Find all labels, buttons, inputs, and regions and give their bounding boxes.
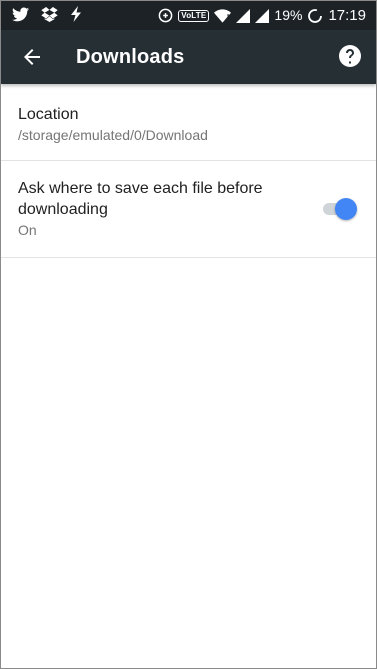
twitter-icon: [12, 6, 29, 21]
toolbar: Downloads: [1, 30, 376, 84]
battery-charging-icon: [308, 8, 323, 23]
battery-percent: 19%: [274, 7, 303, 23]
location-preference[interactable]: Location /storage/emulated/0/Download: [1, 84, 376, 161]
help-circle-icon[interactable]: [338, 44, 362, 68]
system-status: VoLTE 19% 17:19: [153, 1, 366, 30]
notification-icons: [12, 6, 94, 22]
location-path: /storage/emulated/0/Download: [18, 127, 208, 143]
clock: 17:19: [328, 7, 366, 24]
flash-icon: [71, 6, 81, 22]
status-bar: VoLTE 19% 17:19: [1, 1, 376, 30]
wifi-icon: [214, 8, 232, 23]
volte-badge: VoLTE: [178, 9, 210, 22]
arrow-left-icon[interactable]: [20, 45, 44, 69]
toggle-thumb: [335, 198, 357, 220]
location-title: Location: [18, 106, 79, 123]
page-title: Downloads: [76, 46, 185, 68]
data-saver-icon: [158, 8, 173, 23]
ask-before-download-toggle[interactable]: [321, 197, 357, 221]
ask-before-download-title: Ask where to save each file before downl…: [18, 180, 263, 218]
settings-list: Location /storage/emulated/0/Download As…: [1, 84, 376, 258]
signal-icon-2: [255, 8, 270, 23]
signal-icon-1: [236, 8, 251, 23]
dropbox-icon: [41, 6, 58, 22]
ask-before-download-preference[interactable]: Ask where to save each file before downl…: [1, 161, 376, 258]
screen: VoLTE 19% 17:19 Downloads Location /stor…: [0, 0, 377, 669]
ask-before-download-status: On: [18, 222, 37, 238]
